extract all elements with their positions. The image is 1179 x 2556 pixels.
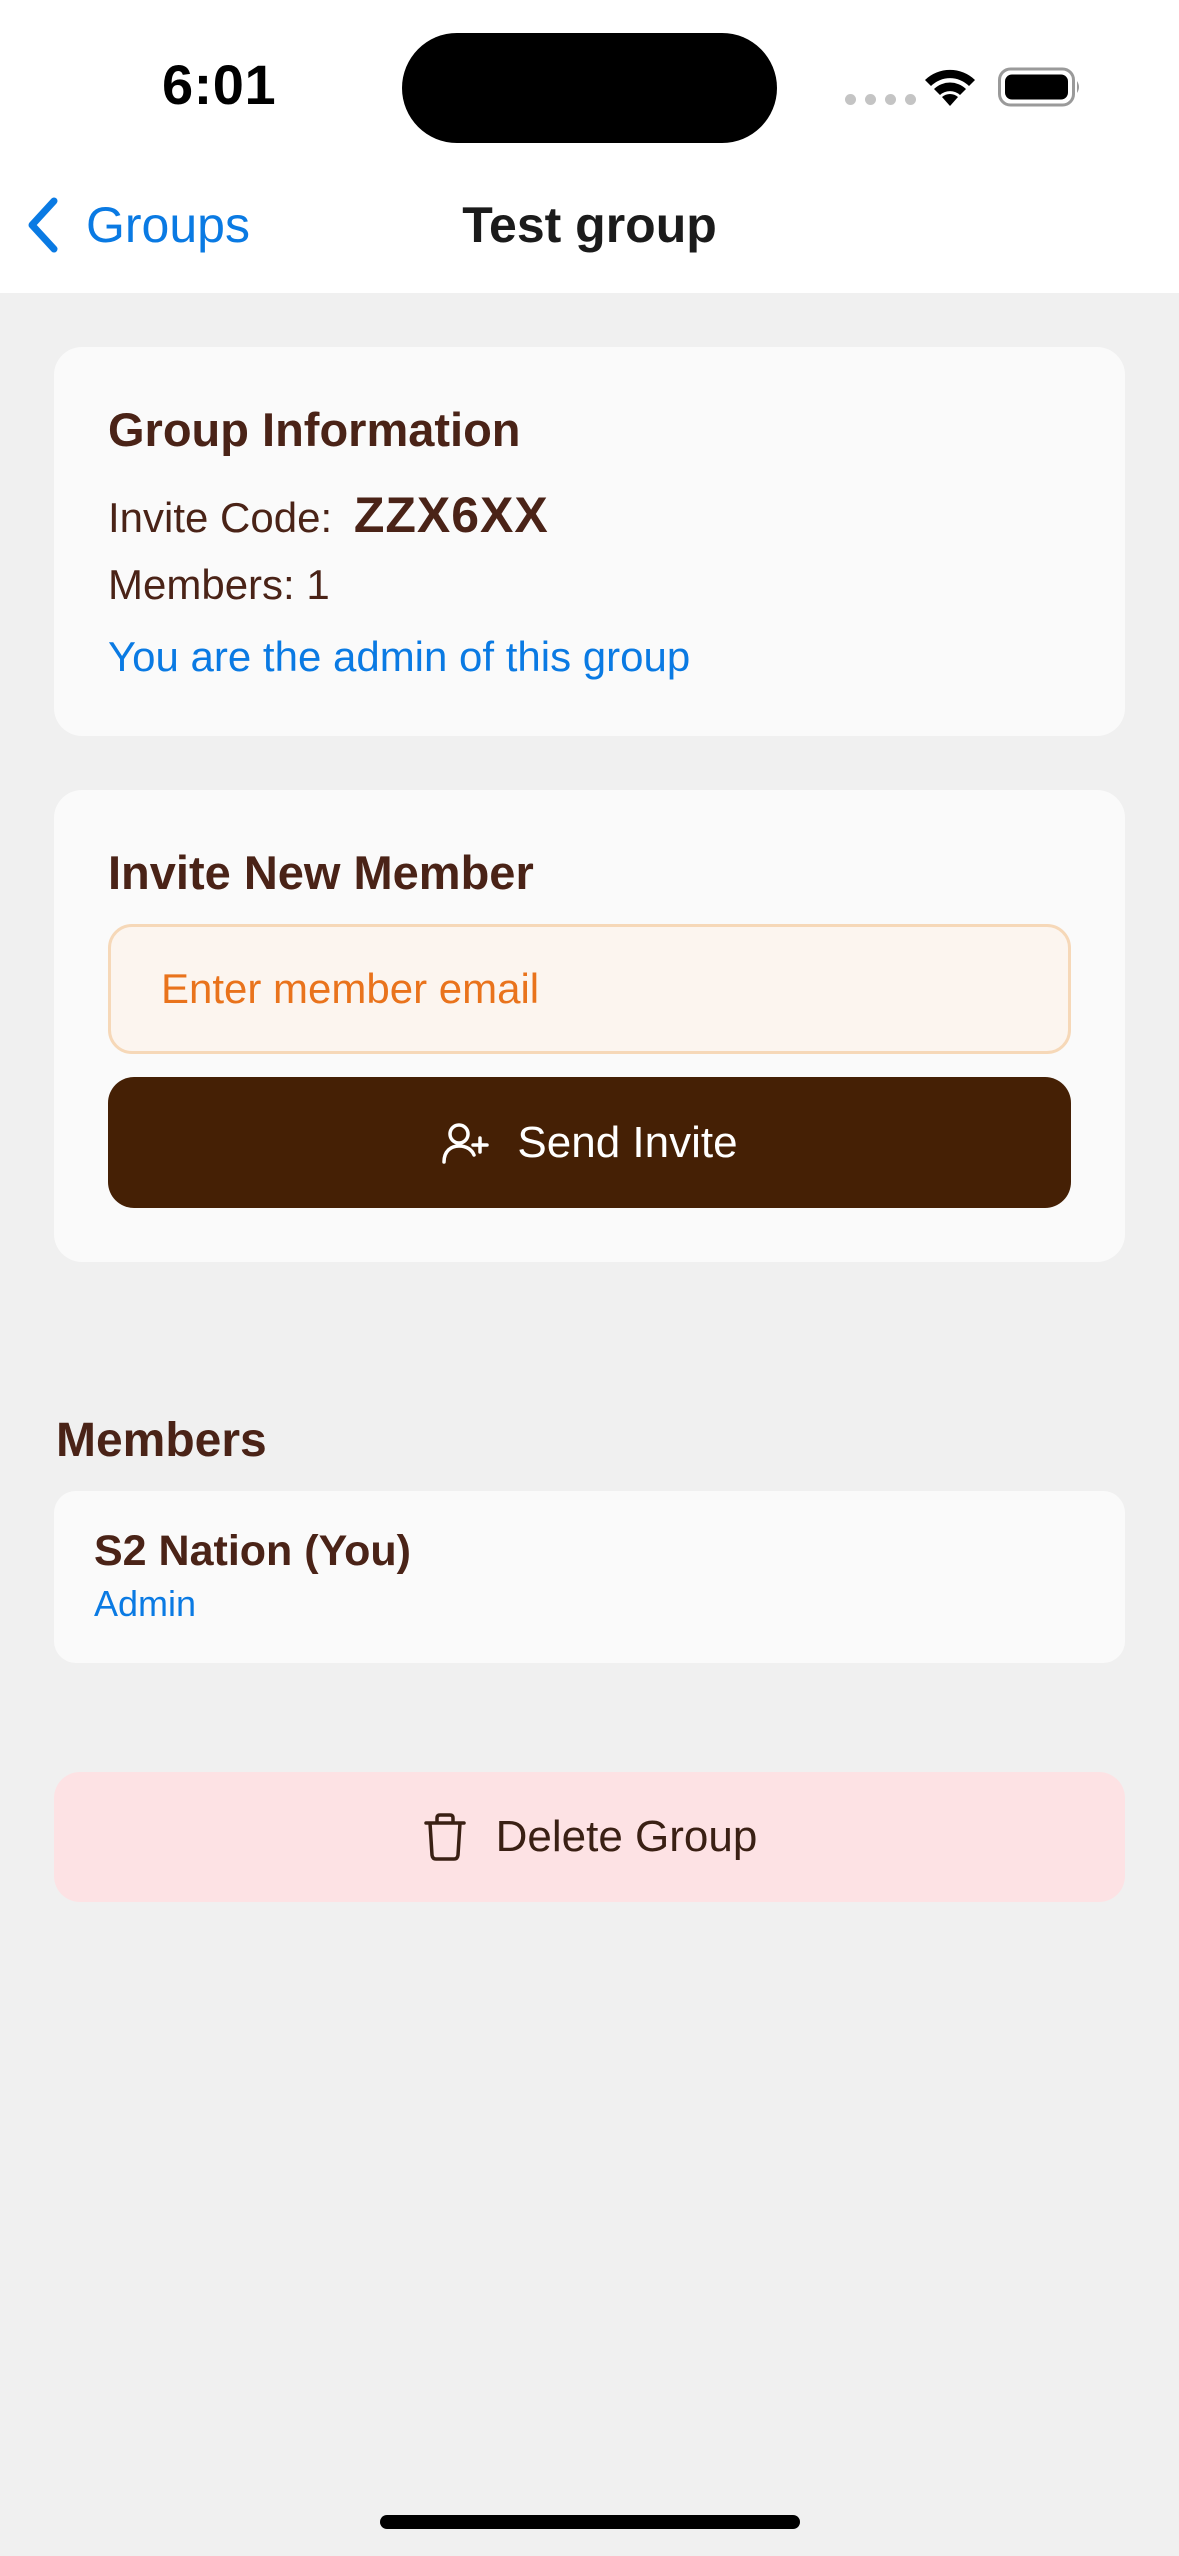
member-name: S2 Nation (You) <box>94 1527 411 1575</box>
home-indicator <box>380 2515 800 2529</box>
group-info-title: Group Information <box>108 403 521 456</box>
list-item[interactable]: S2 Nation (You) Admin <box>54 1491 1125 1663</box>
delete-group-button[interactable]: Delete Group <box>54 1772 1125 1902</box>
status-time: 6:01 <box>162 53 277 116</box>
cellular-signal-icon <box>845 94 916 105</box>
battery-icon <box>998 67 1079 107</box>
trash-icon <box>423 1813 466 1861</box>
send-invite-label: Send Invite <box>517 1117 738 1167</box>
members-heading: Members <box>56 1414 267 1467</box>
page-title: Test group <box>462 197 717 253</box>
member-email-input[interactable] <box>108 924 1071 1054</box>
invite-title: Invite New Member <box>108 846 534 899</box>
send-invite-button[interactable]: Send Invite <box>108 1077 1071 1208</box>
invite-code-row: Invite Code: ZZX6XX <box>108 486 549 544</box>
dynamic-island <box>402 33 777 143</box>
invite-code-label: Invite Code: <box>108 494 333 541</box>
member-role: Admin <box>94 1583 197 1624</box>
wifi-icon <box>925 69 975 106</box>
user-plus-icon <box>442 1122 490 1164</box>
admin-note: You are the admin of this group <box>108 633 691 680</box>
members-count: Members: 1 <box>108 561 330 608</box>
delete-group-label: Delete Group <box>495 1812 758 1861</box>
top-bar: 6:01 Groups Test group <box>0 0 1179 293</box>
screen: 6:01 Groups Test group Group Information… <box>0 0 1179 2556</box>
invite-code-value: ZZX6XX <box>353 487 549 543</box>
